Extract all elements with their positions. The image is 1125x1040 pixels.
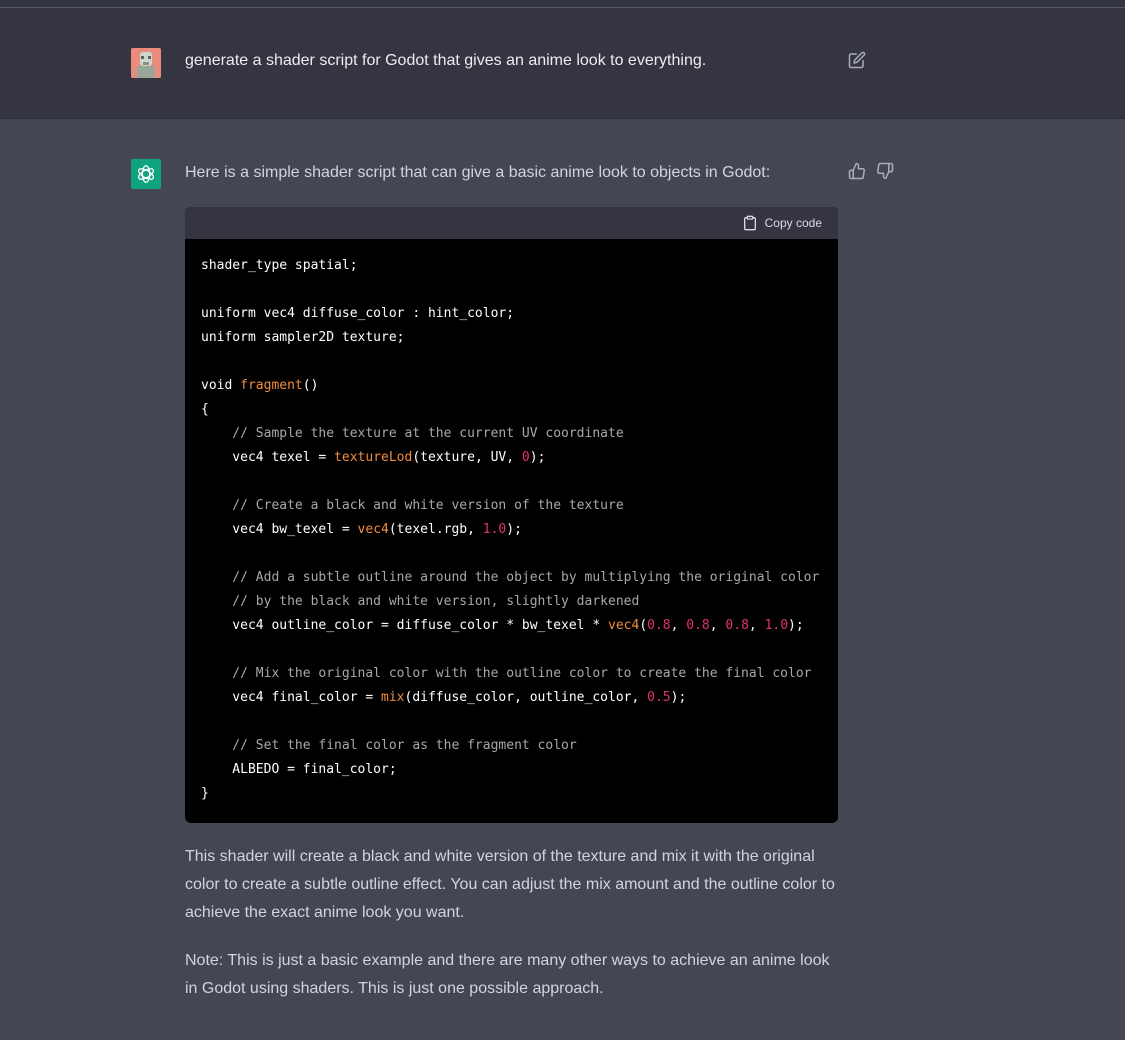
feedback-buttons (848, 162, 894, 180)
code-token: vec4 (608, 618, 640, 633)
user-message-text: generate a shader script for Godot that … (185, 52, 707, 69)
code-line: { (201, 398, 822, 422)
code-token: vec4 (357, 522, 389, 537)
code-token: { (201, 402, 209, 417)
code-line: vec4 outline_color = diffuse_color * bw_… (201, 614, 822, 638)
code-line: uniform vec4 diffuse_color : hint_color; (201, 302, 822, 326)
code-token: fragment (240, 378, 303, 393)
code-line: ALBEDO = final_color; (201, 758, 822, 782)
code-token: void (201, 378, 241, 393)
code-line: vec4 texel = textureLod(texture, UV, 0); (201, 446, 822, 470)
user-message-row: generate a shader script for Godot that … (0, 8, 1125, 119)
code-line: shader_type spatial; (201, 254, 822, 278)
code-token: , (748, 618, 765, 633)
assistant-paragraph-1: This shader will create a black and whit… (185, 848, 835, 921)
copy-code-button[interactable]: Copy code (742, 215, 822, 231)
code-token: shader_type spatial; (201, 258, 358, 273)
code-token: // by the black and white version, sligh… (201, 594, 640, 609)
code-line: uniform sampler2D texture; (201, 326, 822, 350)
code-token: uniform sampler2D texture; (201, 330, 405, 345)
code-token: textureLod (334, 450, 413, 465)
code-block-header: Copy code (185, 207, 838, 239)
user-avatar-image (131, 48, 161, 78)
code-line: // Mix the original color with the outli… (201, 662, 822, 686)
code-token: mix (381, 690, 405, 705)
openai-logo-icon (137, 165, 155, 183)
code-token: ); (788, 618, 804, 633)
code-token: , (709, 618, 726, 633)
code-token: ); (670, 690, 687, 705)
code-token: uniform vec4 diffuse_color : hint_color; (201, 306, 515, 321)
code-token: vec4 bw_texel = (201, 522, 358, 537)
code-token: } (201, 786, 209, 801)
code-token: , (670, 618, 687, 633)
code-token: 0.8 (725, 618, 749, 633)
assistant-avatar (131, 159, 161, 189)
code-token: // Mix the original color with the outli… (201, 666, 812, 681)
code-block: Copy code shader_type spatial; uniform v… (185, 207, 838, 823)
code-token: // Set the final color as the fragment c… (201, 738, 577, 753)
code-token: (texture, UV, (412, 450, 522, 465)
code-token: 0 (521, 450, 530, 465)
code-token: (diffuse_color, outline_color, (404, 690, 648, 705)
code-token: ); (529, 450, 546, 465)
code-token: // Sample the texture at the current UV … (201, 426, 624, 441)
code-token: 0.8 (647, 618, 671, 633)
edit-icon[interactable] (848, 51, 866, 69)
code-content: shader_type spatial; uniform vec4 diffus… (185, 239, 838, 821)
thumbs-down-icon[interactable] (876, 162, 894, 180)
code-token: ( (639, 618, 648, 633)
code-line: vec4 bw_texel = vec4(texel.rgb, 1.0); (201, 518, 822, 542)
code-token: 1.0 (482, 522, 507, 537)
assistant-paragraph-2: Note: This is just a basic example and t… (185, 952, 830, 997)
user-avatar (131, 48, 161, 78)
code-token: (texel.rgb, (388, 522, 483, 537)
code-line: // Sample the texture at the current UV … (201, 422, 822, 446)
clipboard-icon (743, 215, 756, 231)
code-token: 1.0 (764, 618, 789, 633)
code-token: 0.5 (647, 690, 671, 705)
code-line: } (201, 782, 822, 806)
code-token: vec4 final_color = (201, 690, 382, 705)
code-token: ); (506, 522, 522, 537)
assistant-intro-text: Here is a simple shader script that can … (185, 164, 771, 181)
code-token: vec4 outline_color = diffuse_color * bw_… (201, 618, 608, 633)
code-token: 0.8 (686, 618, 710, 633)
code-token: // Create a black and white version of t… (201, 498, 624, 513)
top-border (0, 0, 1125, 8)
code-line: void fragment() (201, 374, 822, 398)
thumbs-up-icon[interactable] (848, 162, 866, 180)
code-token: vec4 texel = (201, 450, 335, 465)
code-line: // by the black and white version, sligh… (201, 590, 822, 614)
code-token: ALBEDO = final_color; (201, 762, 397, 777)
code-line: // Create a black and white version of t… (201, 494, 822, 518)
copy-code-label: Copy code (764, 216, 822, 230)
code-token: () (302, 378, 319, 393)
code-line: // Set the final color as the fragment c… (201, 734, 822, 758)
code-token: // Add a subtle outline around the objec… (201, 570, 820, 585)
code-line: vec4 final_color = mix(diffuse_color, ou… (201, 686, 822, 710)
code-line: // Add a subtle outline around the objec… (201, 566, 822, 590)
